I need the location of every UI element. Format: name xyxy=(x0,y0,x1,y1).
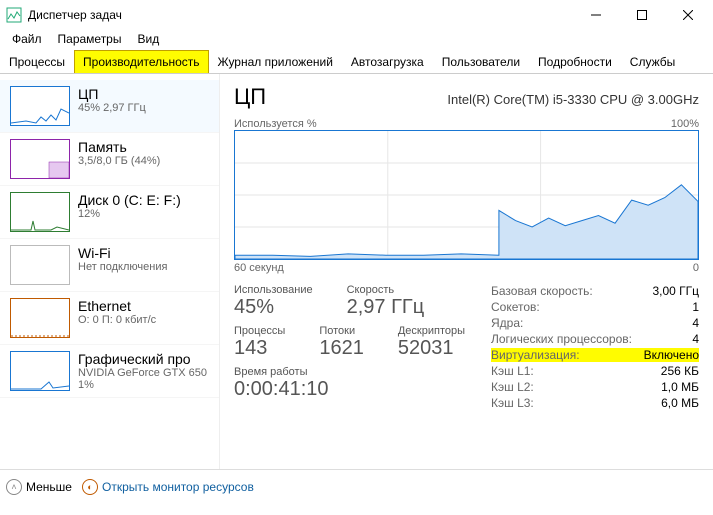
wifi-title: Wi-Fi xyxy=(78,245,167,261)
openmon-label: Открыть монитор ресурсов xyxy=(102,480,254,494)
menu-view[interactable]: Вид xyxy=(129,30,167,50)
titlebar: Диспетчер задач xyxy=(0,0,713,30)
tab-services[interactable]: Службы xyxy=(621,50,684,73)
open-resource-monitor-link[interactable]: ◐ Открыть монитор ресурсов xyxy=(82,479,254,495)
gpu-sub2: 1% xyxy=(78,379,207,391)
gpu-title: Графический про xyxy=(78,351,207,367)
hnd-value: 52031 xyxy=(398,337,465,360)
chart-xlabel: 60 секунд xyxy=(234,262,284,274)
menubar: Файл Параметры Вид xyxy=(0,30,713,50)
menu-options[interactable]: Параметры xyxy=(50,30,130,50)
cpu-sub: 45% 2,97 ГГц xyxy=(78,102,146,114)
tab-performance[interactable]: Производительность xyxy=(74,50,208,73)
chevron-up-icon: ˄ xyxy=(6,479,22,495)
l2-l: Кэш L2: xyxy=(491,380,534,394)
tab-startup[interactable]: Автозагрузка xyxy=(342,50,433,73)
sock-r: 1 xyxy=(692,300,699,314)
eth-sub: О: 0 П: 0 кбит/с xyxy=(78,314,156,326)
virt-l: Виртуализация: xyxy=(491,348,580,362)
cpu-chart xyxy=(234,130,699,260)
core-r: 4 xyxy=(692,316,699,330)
cpu-thumb xyxy=(10,86,70,126)
specs: Базовая скорость: 3,00 ГГц Сокетов: 1 Ядра… xyxy=(491,284,699,410)
uptime-value: 0:00:41:10 xyxy=(234,378,465,401)
cpu-title: ЦП xyxy=(78,86,146,102)
util-label: Использование xyxy=(234,284,313,296)
wifi-thumb xyxy=(10,245,70,285)
virt-r: Включено xyxy=(644,348,699,362)
sidebar-item-gpu[interactable]: Графический про NVIDIA GeForce GTX 650 1… xyxy=(0,345,219,398)
detail-pane: ЦП Intel(R) Core(TM) i5-3330 CPU @ 3.00G… xyxy=(220,74,713,469)
tab-details[interactable]: Подробности xyxy=(529,50,621,73)
sidebar: ЦП 45% 2,97 ГГц Память 3,5/8,0 ГБ (44%) … xyxy=(0,74,220,469)
thr-value: 1621 xyxy=(319,337,364,360)
base-l: Базовая скорость: xyxy=(491,284,593,298)
fewer-label: Меньше xyxy=(26,480,72,494)
eth-thumb xyxy=(10,298,70,338)
l2-r: 1,0 МБ xyxy=(661,380,699,394)
sidebar-item-disk[interactable]: Диск 0 (C: E: F:) 12% xyxy=(0,186,219,239)
chart-ylabel: Используется % xyxy=(234,118,317,130)
sock-l: Сокетов: xyxy=(491,300,540,314)
footer: ˄ Меньше ◐ Открыть монитор ресурсов xyxy=(0,469,713,503)
maximize-button[interactable] xyxy=(619,0,665,30)
l1-r: 256 КБ xyxy=(661,364,699,378)
disk-sub: 12% xyxy=(78,208,181,220)
speed-label: Скорость xyxy=(347,284,425,296)
app-icon xyxy=(6,7,22,23)
l3-r: 6,0 МБ xyxy=(661,396,699,410)
sidebar-item-wifi[interactable]: Wi-Fi Нет подключения xyxy=(0,239,219,292)
content: ЦП 45% 2,97 ГГц Память 3,5/8,0 ГБ (44%) … xyxy=(0,74,713,469)
thr-label: Потоки xyxy=(319,325,364,337)
cpu-model: Intel(R) Core(TM) i5-3330 CPU @ 3.00GHz xyxy=(447,92,699,107)
core-l: Ядра: xyxy=(491,316,523,330)
proc-value: 143 xyxy=(234,337,285,360)
disk-thumb xyxy=(10,192,70,232)
util-value: 45% xyxy=(234,296,313,319)
gpu-thumb xyxy=(10,351,70,391)
sidebar-item-cpu[interactable]: ЦП 45% 2,97 ГГц xyxy=(0,80,219,133)
hnd-label: Дескрипторы xyxy=(398,325,465,337)
menu-file[interactable]: Файл xyxy=(4,30,50,50)
detail-title: ЦП xyxy=(234,84,266,110)
close-button[interactable] xyxy=(665,0,711,30)
tab-processes[interactable]: Процессы xyxy=(0,50,74,73)
disk-title: Диск 0 (C: E: F:) xyxy=(78,192,181,208)
minimize-button[interactable] xyxy=(573,0,619,30)
proc-label: Процессы xyxy=(234,325,285,337)
l3-l: Кэш L3: xyxy=(491,396,534,410)
base-r: 3,00 ГГц xyxy=(652,284,699,298)
tabbar: Процессы Производительность Журнал прило… xyxy=(0,50,713,74)
mem-thumb xyxy=(10,139,70,179)
tab-users[interactable]: Пользователи xyxy=(433,50,529,73)
mem-sub: 3,5/8,0 ГБ (44%) xyxy=(78,155,160,167)
l1-l: Кэш L1: xyxy=(491,364,534,378)
fewer-details-button[interactable]: ˄ Меньше xyxy=(6,479,72,495)
eth-title: Ethernet xyxy=(78,298,156,314)
lproc-l: Логических процессоров: xyxy=(491,332,632,346)
sidebar-item-memory[interactable]: Память 3,5/8,0 ГБ (44%) xyxy=(0,133,219,186)
tab-apphistory[interactable]: Журнал приложений xyxy=(209,50,342,73)
mem-title: Память xyxy=(78,139,160,155)
speed-value: 2,97 ГГц xyxy=(347,296,425,319)
sidebar-item-ethernet[interactable]: Ethernet О: 0 П: 0 кбит/с xyxy=(0,292,219,345)
lproc-r: 4 xyxy=(692,332,699,346)
gpu-sub: NVIDIA GeForce GTX 650 xyxy=(78,367,207,379)
monitor-icon: ◐ xyxy=(82,479,98,495)
uptime-label: Время работы xyxy=(234,366,465,378)
window-title: Диспетчер задач xyxy=(28,8,573,22)
wifi-sub: Нет подключения xyxy=(78,261,167,273)
chart-ymax: 100% xyxy=(671,118,699,130)
chart-xmin: 0 xyxy=(693,262,699,274)
